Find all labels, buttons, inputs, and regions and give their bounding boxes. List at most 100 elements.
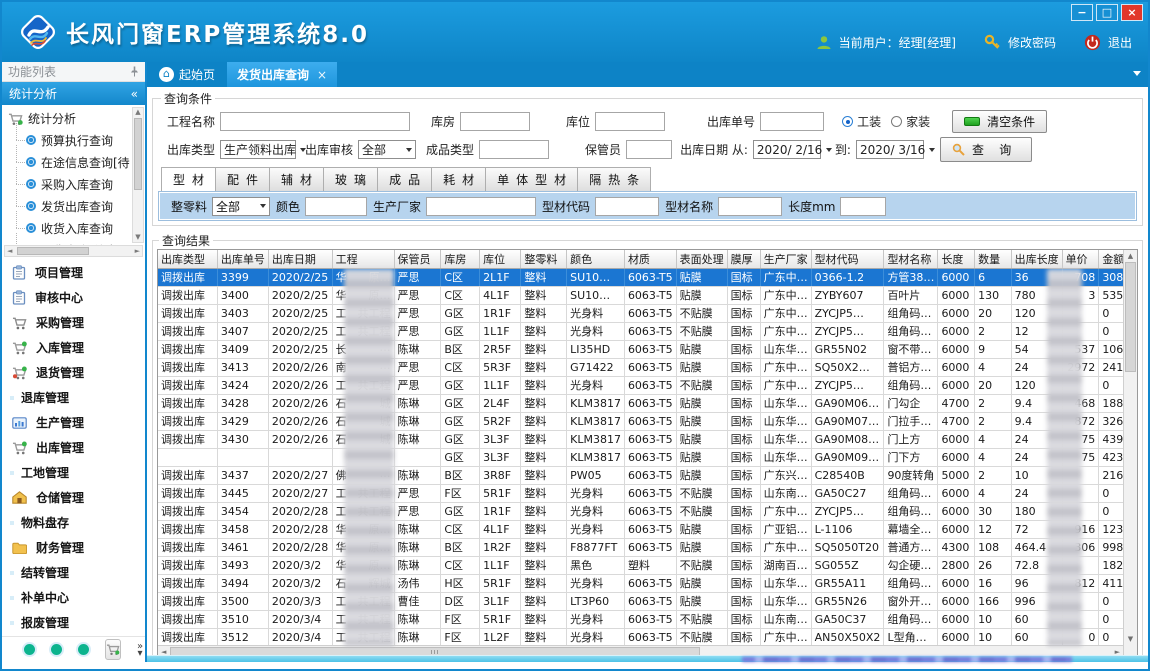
table-horizontal-scrollbar[interactable]: ◄► [158, 645, 1123, 655]
location-input[interactable] [595, 112, 665, 131]
search-button[interactable]: 查 询 [940, 137, 1032, 162]
column-header-库房[interactable]: 库房 [441, 250, 480, 268]
column-header-生产厂家[interactable]: 生产厂家 [760, 250, 811, 268]
filter-input-型材名称[interactable] [718, 197, 782, 216]
radio-jiazhuang[interactable]: 家装 [891, 113, 930, 130]
sidebar-more-button[interactable]: »▾ [137, 643, 143, 657]
table-row[interactable]: 调拨出库34612020/2/28华原…陈琳B区1R2F整料F8877FT606… [158, 538, 1137, 556]
table-row[interactable]: 调拨出库34132020/2/26南…严思C区5R3F整料G714226063-… [158, 358, 1137, 376]
column-header-长度[interactable]: 长度 [938, 250, 975, 268]
cart-quick-button[interactable] [105, 639, 121, 660]
table-row[interactable]: 调拨出库34942020/3/2石辉城汤伟H区5R1F整料光身料6063-T5贴… [158, 574, 1137, 592]
column-header-单价[interactable]: 单价 [1062, 250, 1099, 268]
table-row[interactable]: 调拨出库35002020/3/3工共工程曹佳D区3L1F整料LT3P606063… [158, 592, 1137, 610]
sidebar-item-报废管理[interactable]: 报废管理 [2, 610, 145, 635]
column-header-颜色[interactable]: 颜色 [567, 250, 625, 268]
table-vertical-scrollbar[interactable]: ▲▼ [1123, 250, 1137, 655]
column-header-材质[interactable]: 材质 [624, 250, 676, 268]
tab-close-icon[interactable]: × [317, 68, 327, 82]
clear-conditions-button[interactable]: 清空条件 [952, 110, 1047, 133]
filter-input-长度mm[interactable] [840, 197, 886, 216]
column-header-出库长度[interactable]: 出库长度 [1011, 250, 1062, 268]
material-tab-型材[interactable]: 型材 [161, 167, 216, 192]
tab-shipping-outbound-query[interactable]: 发货出库查询 × [227, 62, 337, 87]
column-header-库位[interactable]: 库位 [480, 250, 521, 268]
table-row[interactable]: 调拨出库34542020/2/28工共工程严思G区1R1F整料光身料6063-T… [158, 502, 1137, 520]
table-row[interactable]: 调拨出库34452020/2/27工共工程严思F区5R1F整料光身料6063-T… [158, 484, 1137, 502]
sidebar-item-工地管理[interactable]: 工地管理 [2, 460, 145, 485]
column-header-表面处理[interactable]: 表面处理 [676, 250, 727, 268]
material-tab-成品[interactable]: 成品 [378, 167, 432, 192]
sidebar-item-入库管理[interactable]: 入库管理 [2, 335, 145, 360]
maximize-button[interactable]: □ [1096, 4, 1118, 21]
change-password-link[interactable]: 修改密码 [1008, 34, 1056, 51]
tree-item[interactable]: 采购入库查询 [8, 173, 131, 195]
keeper-input[interactable] [626, 140, 672, 159]
sidebar-item-采购管理[interactable]: 采购管理 [2, 310, 145, 335]
sidebar-item-仓储管理[interactable]: 仓储管理 [2, 485, 145, 510]
sidebar-item-项目管理[interactable]: 项目管理 [2, 260, 145, 285]
warehouse-input[interactable] [460, 112, 530, 131]
logout-link[interactable]: 退出 [1108, 34, 1132, 51]
table-row[interactable]: 调拨出库34932020/3/2华原…陈琳C区1L1F整料黑色塑料不贴膜国标湖南… [158, 556, 1137, 574]
quick-dot-icon[interactable] [78, 644, 89, 655]
filter-input-生产厂家[interactable] [426, 197, 536, 216]
table-row[interactable]: 调拨出库35122020/3/4工共工程陈琳F区1L2F整料光身料6063-T5… [158, 628, 1137, 646]
close-button[interactable]: × [1121, 4, 1143, 21]
material-tab-单体型材[interactable]: 单体型材 [486, 167, 578, 192]
column-header-保管员[interactable]: 保管员 [394, 250, 441, 268]
quick-dot-icon[interactable] [24, 644, 35, 655]
column-header-出库类型[interactable]: 出库类型 [158, 250, 217, 268]
date-to-select[interactable]: 2020/ 3/16 [856, 140, 924, 159]
table-row[interactable]: 调拨出库34032020/2/25工共工程严思G区1R1F整料光身料6063-T… [158, 304, 1137, 322]
sidebar-item-审核中心[interactable]: 审核中心 [2, 285, 145, 310]
order-no-input[interactable] [760, 112, 824, 131]
column-header-出库单号[interactable]: 出库单号 [217, 250, 268, 268]
sidebar-item-补单中心[interactable]: 补单中心 [2, 585, 145, 610]
column-header-膜厚[interactable]: 膜厚 [727, 250, 760, 268]
tree-vertical-scrollbar[interactable]: ▲▼ [132, 107, 144, 243]
material-tab-耗材[interactable]: 耗材 [432, 167, 486, 192]
tree-item[interactable]: 收货入库查询 [8, 217, 131, 239]
material-tab-隔热条[interactable]: 隔热条 [578, 167, 651, 192]
table-row[interactable]: 调拨出库34372020/2/27佛…陈琳B区3R8F整料PW056063-T5… [158, 466, 1137, 484]
minimize-button[interactable]: − [1071, 4, 1093, 21]
statistics-section-header[interactable]: 统计分析 « [2, 82, 145, 105]
product-type-input[interactable] [479, 140, 549, 159]
table-row[interactable]: 调拨出库34292020/2/26石城陈琳G区5R2F整料KLM38176063… [158, 412, 1137, 430]
column-header-型材名称[interactable]: 型材名称 [884, 250, 938, 268]
sidebar-item-生产管理[interactable]: 生产管理 [2, 410, 145, 435]
sidebar-item-出库管理[interactable]: 出库管理 [2, 435, 145, 460]
outbound-type-select[interactable]: 生产领料出库 [220, 140, 296, 159]
tree-item[interactable]: 预算执行查询 [8, 129, 131, 151]
audit-select[interactable]: 全部 [358, 140, 416, 159]
date-from-select[interactable]: 2020/ 2/16 [753, 140, 821, 159]
filter-input-型材代码[interactable] [595, 197, 659, 216]
tree-horizontal-scrollbar[interactable]: ◄► [4, 245, 143, 257]
collapse-icon[interactable]: « [131, 87, 138, 101]
material-tab-配件[interactable]: 配件 [216, 167, 270, 192]
sidebar-item-物料盘存[interactable]: 物料盘存 [2, 510, 145, 535]
table-row[interactable]: 调拨出库35102020/3/4工共工程陈琳F区5R1F整料光身料6063-T5… [158, 610, 1137, 628]
column-header-型材代码[interactable]: 型材代码 [811, 250, 884, 268]
column-header-数量[interactable]: 数量 [975, 250, 1011, 268]
sidebar-item-结转管理[interactable]: 结转管理 [2, 560, 145, 585]
table-row[interactable]: 调拨出库34072020/2/25工共工程严思G区1L1F整料光身料6063-T… [158, 322, 1137, 340]
sidebar-item-退货管理[interactable]: 退货管理 [2, 360, 145, 385]
sidebar-item-财务管理[interactable]: 财务管理 [2, 535, 145, 560]
table-row[interactable]: 调拨出库34092020/2/25长…陈琳B区2R5F整料LI35HD6063-… [158, 340, 1137, 358]
table-row[interactable]: 调拨出库34002020/2/25华原…严思C区4L1F整料SU10…6063-… [158, 286, 1137, 304]
quick-dot-icon[interactable] [51, 644, 62, 655]
sidebar-item-退库管理[interactable]: 退库管理 [2, 385, 145, 410]
filter-input-颜色[interactable] [305, 197, 367, 216]
project-name-input[interactable] [220, 112, 410, 131]
tab-overflow-caret-icon[interactable] [1133, 71, 1141, 76]
radio-gongzhuang[interactable]: 工装 [842, 113, 881, 130]
column-header-出库日期[interactable]: 出库日期 [268, 250, 332, 268]
pin-icon[interactable] [130, 66, 139, 77]
column-header-整零料[interactable]: 整零料 [521, 250, 567, 268]
table-row[interactable]: 调拨出库33992020/2/25华原…严思C区2L1F整料SU10…6063-… [158, 268, 1137, 286]
tree-item[interactable]: 发货出库查询 [8, 195, 131, 217]
tree-root[interactable]: 统计分析 [8, 108, 131, 129]
tree-item[interactable]: 在途信息查询[待 [8, 151, 131, 173]
